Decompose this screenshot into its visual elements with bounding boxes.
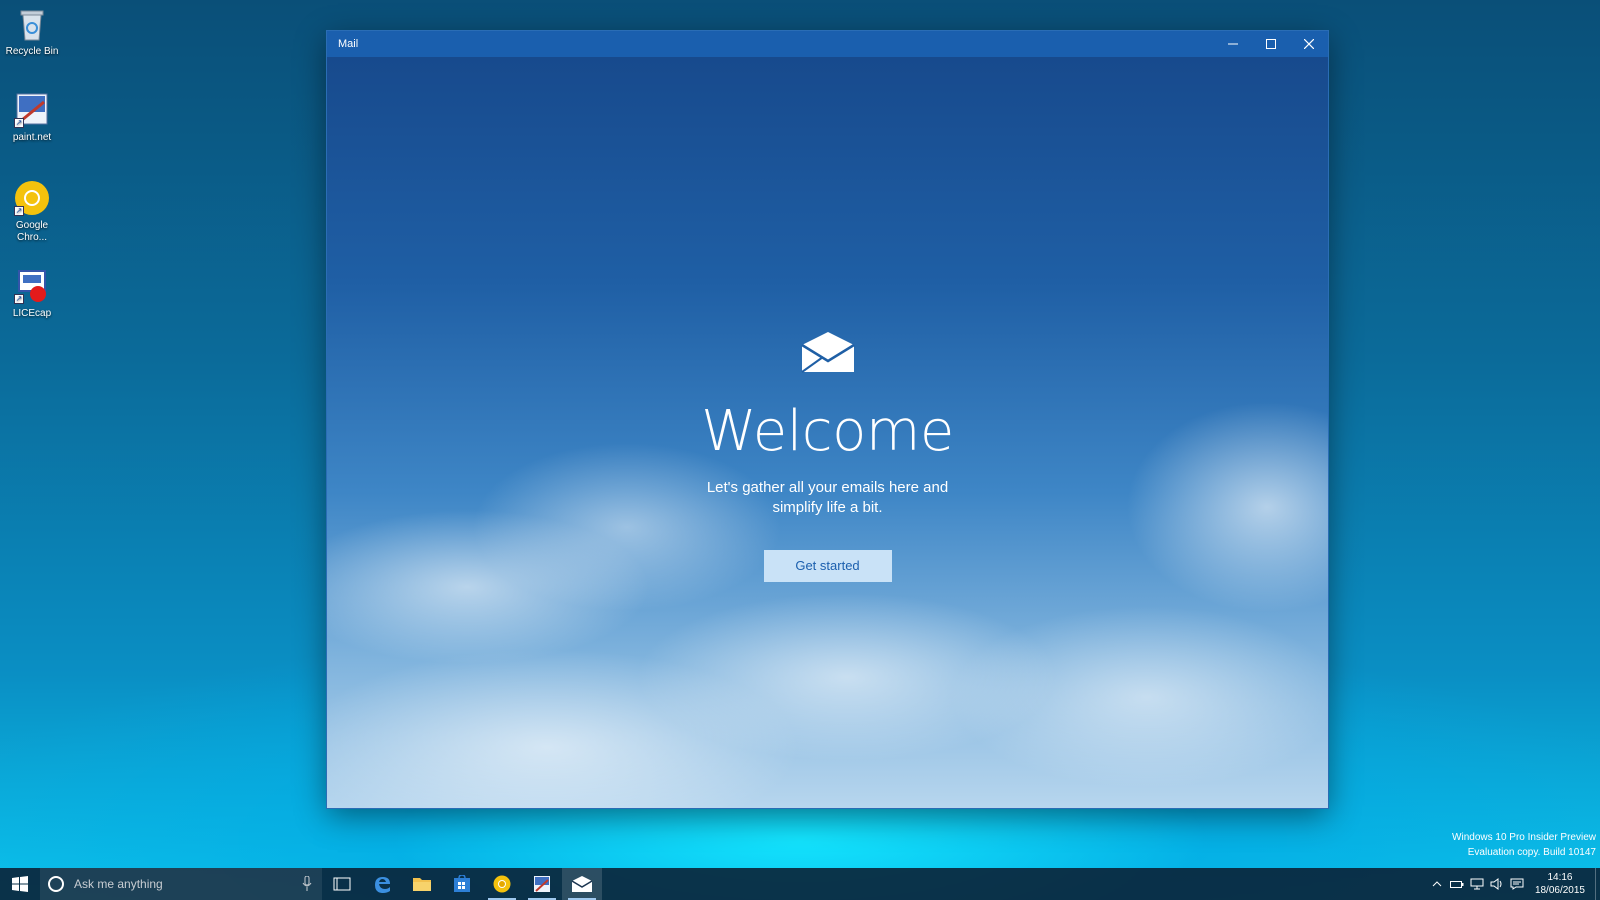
- file-explorer-icon: [413, 878, 431, 891]
- chrome-icon: [493, 875, 511, 893]
- watermark-line-2: Evaluation copy. Build 10147: [1467, 847, 1596, 858]
- windows-logo-icon: [12, 876, 28, 892]
- welcome-description: Let's gather all your emails here and si…: [698, 478, 958, 518]
- watermark-line-1: Windows 10 Pro Insider Preview: [1452, 832, 1596, 843]
- welcome-heading: Welcome: [701, 399, 954, 464]
- window-controls: [1214, 31, 1328, 57]
- edge-icon: [375, 877, 390, 893]
- start-button[interactable]: [0, 868, 40, 900]
- desktop-icon-recycle-bin[interactable]: Recycle Bin: [2, 6, 62, 58]
- microphone-icon[interactable]: [302, 876, 312, 892]
- cortana-search-box[interactable]: Ask me anything: [40, 868, 322, 900]
- mail-taskbar-button[interactable]: [562, 868, 602, 900]
- clock-date: 18/06/2015: [1534, 885, 1585, 896]
- volume-icon: [1490, 878, 1502, 890]
- desktop-icon-label: paint.net: [12, 132, 52, 143]
- recycle-bin-icon: [14, 6, 50, 42]
- paintnet-icon: ↗: [14, 92, 50, 128]
- cortana-icon: [48, 876, 64, 892]
- shortcut-arrow-icon: ↗: [14, 206, 24, 216]
- welcome-block: Welcome Let's gather all your emails her…: [327, 331, 1328, 582]
- search-placeholder: Ask me anything: [74, 877, 163, 891]
- welcome-line-1: Let's gather all your emails here and: [706, 479, 949, 496]
- maximize-icon: [1266, 39, 1276, 49]
- desktop-icon-chrome[interactable]: ↗ Google Chro...: [2, 180, 62, 244]
- chevron-up-icon: [1432, 881, 1442, 887]
- edge-button[interactable]: [362, 868, 402, 900]
- mail-icon: [572, 876, 592, 892]
- minimize-icon: [1228, 43, 1238, 45]
- action-center-button[interactable]: [1507, 868, 1527, 900]
- battery-tray-button[interactable]: [1447, 868, 1467, 900]
- task-view-icon: [333, 877, 351, 891]
- task-view-button[interactable]: [322, 868, 362, 900]
- network-icon: [1470, 878, 1484, 890]
- get-started-button[interactable]: Get started: [763, 550, 892, 582]
- chrome-icon: ↗: [14, 180, 50, 216]
- desktop-icon-label: Google Chro...: [15, 220, 49, 243]
- maximize-button[interactable]: [1252, 31, 1290, 57]
- title-bar[interactable]: Mail: [327, 31, 1328, 57]
- close-button[interactable]: [1290, 31, 1328, 57]
- network-tray-button[interactable]: [1467, 868, 1487, 900]
- paintnet-taskbar-button[interactable]: [522, 868, 562, 900]
- desktop-icon-paintnet[interactable]: ↗ paint.net: [2, 92, 62, 144]
- file-explorer-button[interactable]: [402, 868, 442, 900]
- desktop-icon-label: Recycle Bin: [5, 46, 59, 57]
- action-center-icon: [1510, 878, 1524, 890]
- chrome-taskbar-button[interactable]: [482, 868, 522, 900]
- show-desktop-button[interactable]: [1595, 868, 1600, 900]
- system-tray: 14:16 18/06/2015: [1427, 868, 1600, 900]
- paintnet-icon: [534, 876, 550, 892]
- shortcut-arrow-icon: ↗: [14, 294, 24, 304]
- store-icon: [454, 875, 470, 892]
- close-icon: [1304, 39, 1314, 49]
- desktop-icon-label: LICEcap: [12, 308, 52, 319]
- licecap-icon: ↗: [14, 268, 50, 304]
- shortcut-arrow-icon: ↗: [14, 118, 24, 128]
- battery-icon: [1449, 881, 1464, 888]
- clock-time: 14:16: [1547, 872, 1573, 883]
- store-button[interactable]: [442, 868, 482, 900]
- show-hidden-icons-button[interactable]: [1427, 868, 1447, 900]
- mail-window: Mail Welcome Let's gather all your email…: [327, 31, 1328, 808]
- build-watermark: Windows 10 Pro Insider Preview Evaluatio…: [1452, 830, 1596, 860]
- desktop-icon-licecap[interactable]: ↗ LICEcap: [2, 268, 62, 320]
- taskbar-clock[interactable]: 14:16 18/06/2015: [1527, 871, 1595, 897]
- welcome-screen: Welcome Let's gather all your emails her…: [327, 57, 1328, 808]
- welcome-line-2: simplify life a bit.: [772, 499, 883, 516]
- window-title: Mail: [338, 38, 359, 50]
- volume-tray-button[interactable]: [1487, 868, 1507, 900]
- mail-envelope-icon: [800, 332, 855, 373]
- taskbar: Ask me anything 14:16 18/06/2015: [0, 868, 1600, 900]
- minimize-button[interactable]: [1214, 31, 1252, 57]
